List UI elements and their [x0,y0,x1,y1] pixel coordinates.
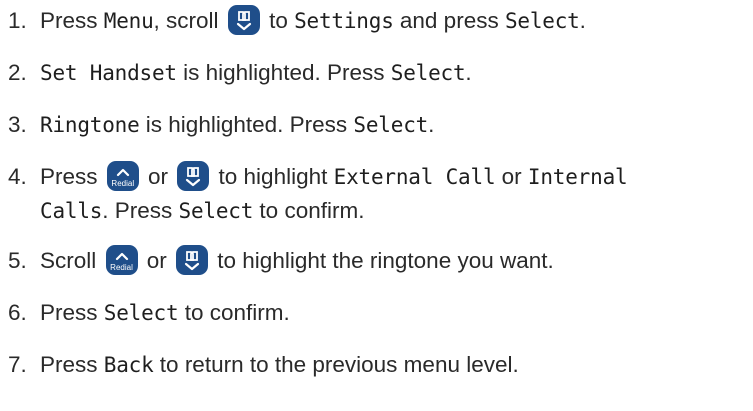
select-label: Select [103,301,179,325]
text-run: . [428,112,435,137]
text-run: . Press [102,198,179,223]
text-run: and press [393,8,505,33]
text-run: to confirm. [178,300,290,325]
step-number: 3. [8,112,27,137]
phonebook-down-key-icon [176,245,209,275]
select-label: Select [504,9,580,33]
text-run: . [465,60,472,85]
text-run: to return to the previous menu level. [153,352,519,377]
text-run: is highlighted. Press [176,60,391,85]
back-label: Back [103,353,154,377]
text-run: Press [40,300,104,325]
step-number: 1. [8,8,27,33]
step-4: 4. Press Redial or to highlight External… [8,160,750,228]
select-label: Select [353,113,429,137]
menu-label: Menu [103,9,154,33]
select-label: Select [390,61,466,85]
step-3: 3. Ringtone is highlighted. Press Select… [8,108,750,142]
step-text: Press Redial or to highlight External Ca… [40,160,750,228]
step-number: 6. [8,300,27,325]
redial-up-key-icon: Redial [105,245,138,275]
text-run: to [262,8,295,33]
text-run: . [579,8,586,33]
text-run: to confirm. [253,198,365,223]
text-run: or [495,164,528,189]
calls-label: Calls [40,199,103,223]
step-2: 2. Set Handset is highlighted. Press Sel… [8,56,750,90]
step-text: Press Menu, scroll to Settings and press… [40,4,750,38]
phonebook-down-key-icon [177,161,210,191]
step-number: 7. [8,352,27,377]
text-run: or [140,248,174,273]
external-call-label: External Call [333,165,496,189]
step-text: Set Handset is highlighted. Press Select… [40,56,750,90]
redial-key-label: Redial [110,263,133,272]
redial-up-key-icon: Redial [106,161,139,191]
step-1: 1. Press Menu, scroll to Settings and pr… [8,4,750,38]
text-run: Press [40,164,104,189]
instruction-list: 1. Press Menu, scroll to Settings and pr… [8,4,750,400]
text-run: Scroll [40,248,103,273]
text-run: to highlight [212,164,334,189]
step-7: 7. Press Back to return to the previous … [8,348,750,382]
step-number: 2. [8,60,27,85]
text-run: Press [40,352,104,377]
step-text: Press Back to return to the previous men… [40,348,750,382]
step-text: Scroll Redial or to highlight the ringto… [40,244,750,278]
phonebook-down-key-icon [227,5,260,35]
step-text: Press Select to confirm. [40,296,750,330]
settings-label: Settings [294,9,394,33]
text-run: is highlighted. Press [139,112,354,137]
text-run: , scroll [153,8,225,33]
step-6: 6. Press Select to confirm. [8,296,750,330]
select-label: Select [178,199,254,223]
text-run: to highlight the ringtone you want. [211,248,554,273]
text-run: or [141,164,175,189]
redial-key-label: Redial [111,179,135,188]
set-handset-label: Set Handset [40,61,177,85]
step-number: 5. [8,248,27,273]
step-number: 4. [8,164,27,189]
step-text: Ringtone is highlighted. Press Select. [40,108,750,142]
text-run: Press [40,8,104,33]
step-5: 5. Scroll Redial or to highlight the rin… [8,244,750,278]
ringtone-label: Ringtone [40,113,140,137]
internal-label: Internal [527,165,628,189]
